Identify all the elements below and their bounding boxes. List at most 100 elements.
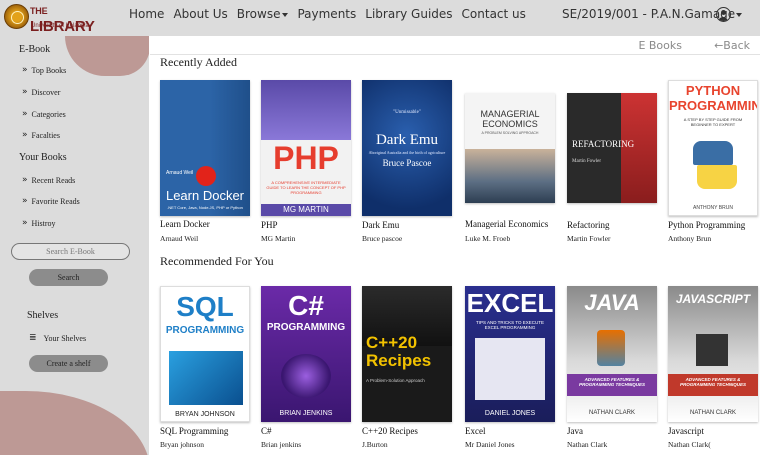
nav-about[interactable]: About Us xyxy=(173,7,227,21)
cover-author: Bruce Pascoe xyxy=(382,158,432,168)
sidebar: E-Book » Top Books » Discover » Categories … xyxy=(0,36,149,455)
cover-photo xyxy=(465,149,555,203)
book-author: Mr Daniel Jones xyxy=(465,440,515,449)
book-cover[interactable]: JAVASCRIPT ADVANCED FEATURES & PROGRAMMI… xyxy=(668,286,758,422)
book-author: Martin Fowler xyxy=(567,234,611,243)
cover-author: ANTHONY BRUN xyxy=(693,205,733,211)
sidebar-item-top-books[interactable]: » Top Books xyxy=(22,65,66,75)
cover-subtitle: ADVANCED FEATURES & PROGRAMMING TECHNIQU… xyxy=(679,377,746,387)
nav-library-guides[interactable]: Library Guides xyxy=(365,7,452,21)
python-logo-icon xyxy=(693,141,733,165)
library-logo[interactable]: THE LIBRARY University of Kelaniya xyxy=(4,2,96,35)
sidebar-item-favorite-reads[interactable]: » Favorite Reads xyxy=(22,196,80,206)
book-cover[interactable]: "Unmissable" Dark Emu Aboriginal Austral… xyxy=(362,80,452,216)
book-title[interactable]: Excel xyxy=(465,426,486,436)
book-cover[interactable]: Arnaud Weil Learn Docker .NET Core, Java… xyxy=(160,80,250,216)
cover-title: PHP xyxy=(273,140,339,176)
cover-author: BRYAN JOHNSON xyxy=(175,411,235,418)
nav-browse[interactable]: Browse xyxy=(237,7,289,21)
book-author: Bruce pascoe xyxy=(362,234,403,243)
sidebar-item-label: Recent Reads xyxy=(31,175,76,185)
cover-author: MG MARTIN xyxy=(283,205,329,214)
cover-author: Martin Fowler xyxy=(572,159,602,164)
user-account-icon[interactable] xyxy=(716,7,731,22)
sidebar-item-faculties[interactable]: » Facalties xyxy=(22,130,60,140)
book-title[interactable]: Javascript xyxy=(668,426,704,436)
cover-subtitle: Aboriginal Australia and the birth of ag… xyxy=(368,150,446,155)
book-title[interactable]: Python Programming xyxy=(668,220,745,230)
book-author: Brian jenkins xyxy=(261,440,302,449)
java-logo-icon xyxy=(597,330,625,366)
shelves-heading: Shelves xyxy=(27,310,59,321)
cover-subtitle: ADVANCED FEATURES & PROGRAMMING TECHNIQU… xyxy=(578,377,645,387)
search-ebook-input[interactable] xyxy=(11,243,130,260)
book-title[interactable]: Managerial Economics xyxy=(465,219,548,229)
book-title[interactable]: C# xyxy=(261,426,272,436)
main-content: E Books ←Back Recently Added Arnaud Weil… xyxy=(150,36,760,455)
book-cover[interactable]: C# PROGRAMMING BRIAN JENKINS xyxy=(261,286,351,422)
sidebar-item-your-shelves[interactable]: ≣ Your Shelves xyxy=(29,333,86,343)
sidebar-item-categories[interactable]: » Categories xyxy=(22,109,66,119)
book-author: Anthony Brun xyxy=(668,234,712,243)
cover-subtitle: A Problem-Solution Approach xyxy=(366,378,425,383)
cover-subtitle: A STEP BY STEP GUIDE FROM BEGINNER TO EX… xyxy=(683,117,743,127)
cover-art xyxy=(169,351,243,405)
book-cover[interactable]: SQL PROGRAMMING BRYAN JOHNSON xyxy=(160,286,250,422)
sidebar-item-recent-reads[interactable]: » Recent Reads xyxy=(22,175,75,185)
chevron-down-icon xyxy=(282,12,289,17)
book-author: Nathan Clark( xyxy=(668,440,711,449)
nav-contact[interactable]: Contact us xyxy=(462,7,526,21)
book-author: MG Martin xyxy=(261,234,296,243)
cover-subtitle: PROGRAMMING xyxy=(266,322,346,333)
sidebar-item-label: Discover xyxy=(31,87,61,97)
cover-title: Dark Emu xyxy=(375,132,439,148)
book-title[interactable]: C++20 Recipes xyxy=(362,426,418,436)
search-button[interactable]: Search xyxy=(29,269,108,286)
nav-payments[interactable]: Payments xyxy=(297,7,356,21)
decorative-blob xyxy=(65,36,149,76)
nav-home[interactable]: Home xyxy=(129,7,164,21)
user-id: SE/2019/001 - P.A.N.Gamage xyxy=(562,7,736,21)
nav-browse-label: Browse xyxy=(236,7,281,21)
sidebar-item-label: Categories xyxy=(31,109,66,119)
book-title[interactable]: Dark Emu xyxy=(362,220,399,230)
cover-author: NATHAN CLARK xyxy=(589,410,635,416)
sidebar-item-label: Your Shelves xyxy=(43,333,87,343)
sidebar-item-label: Favorite Reads xyxy=(31,196,80,206)
book-cover[interactable]: PYTHON PROGRAMMING A STEP BY STEP GUIDE … xyxy=(668,80,758,216)
book-cover[interactable]: C++20 Recipes A Problem-Solution Approac… xyxy=(362,286,452,422)
book-author: Luke M. Froeb xyxy=(465,234,511,243)
sidebar-item-discover[interactable]: » Discover xyxy=(22,87,60,97)
cover-title: EXCEL xyxy=(466,288,554,318)
main-nav: Home About Us Browse Payments Library Gu… xyxy=(129,7,535,21)
book-title[interactable]: PHP xyxy=(261,220,278,230)
book-title[interactable]: Learn Docker xyxy=(160,219,210,229)
sidebar-item-label: Facalties xyxy=(31,130,60,140)
book-cover[interactable]: PHP A COMPREHENSIVE INTERMEDIATE GUIDE T… xyxy=(261,80,351,216)
book-cover[interactable]: MANAGERIAL ECONOMICS A PROBLEM SOLVING A… xyxy=(465,93,555,203)
sidebar-item-history[interactable]: » Histroy xyxy=(22,218,56,228)
back-label: Back xyxy=(723,39,750,52)
book-title[interactable]: Refactoring xyxy=(567,220,609,230)
sidebar-item-label: Top Books xyxy=(31,65,67,75)
logo-the: THE xyxy=(30,6,48,16)
book-title[interactable]: SQL Programming xyxy=(160,426,228,436)
user-menu-chevron-down-icon[interactable] xyxy=(736,13,742,17)
docker-logo-icon xyxy=(196,166,216,186)
cover-title: MANAGERIAL ECONOMICS xyxy=(480,109,540,129)
book-cover[interactable]: EXCEL TIPS AND TRICKS TO EXECUTE EXCEL P… xyxy=(465,286,555,422)
cover-title: PYTHON PROGRAMMING xyxy=(669,83,757,113)
cover-title: REFACTORING xyxy=(572,139,635,149)
book-cover[interactable]: REFACTORING Martin Fowler xyxy=(567,93,657,203)
create-shelf-button[interactable]: Create a shelf xyxy=(29,355,108,372)
cover-author: DANIEL JONES xyxy=(484,410,536,417)
logo-subtitle: University of Kelaniya xyxy=(31,23,89,29)
spreadsheet-image xyxy=(475,338,545,400)
back-link[interactable]: ←Back xyxy=(714,39,750,52)
js-logo-icon xyxy=(696,334,728,366)
your-books-heading: Your Books xyxy=(19,152,67,163)
ebook-heading: E-Book xyxy=(19,44,51,55)
book-title[interactable]: Java xyxy=(567,426,583,436)
book-cover[interactable]: JAVA ADVANCED FEATURES & PROGRAMMING TEC… xyxy=(567,286,657,422)
cover-title: JAVA xyxy=(584,290,640,315)
